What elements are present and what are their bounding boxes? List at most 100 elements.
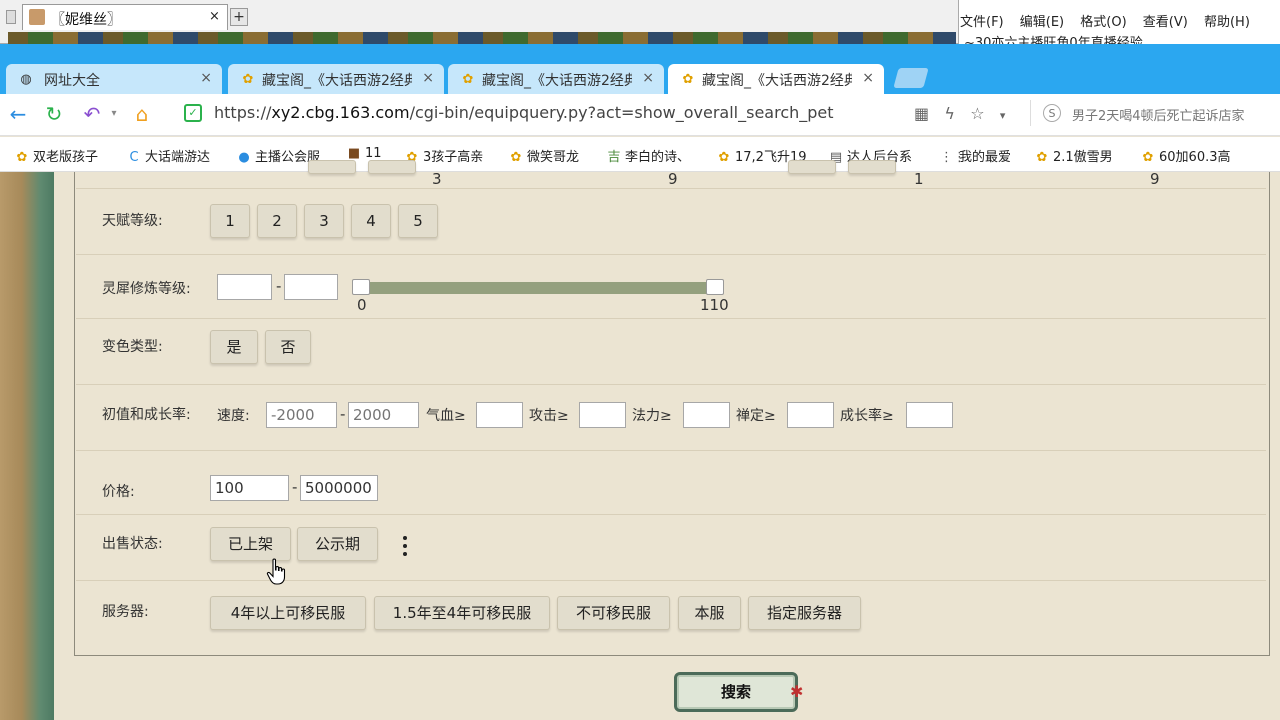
talent-level-2-button[interactable]: 2 (257, 204, 297, 238)
hp-input[interactable] (476, 402, 523, 428)
zen-input[interactable] (787, 402, 834, 428)
speed-min-input[interactable] (266, 402, 337, 428)
partial-button[interactable] (368, 160, 416, 174)
divider (76, 188, 1266, 189)
search-button[interactable]: 搜索 (674, 672, 798, 712)
lingxi-max-input[interactable] (284, 274, 338, 300)
chevron-down-icon[interactable]: ▾ (1000, 109, 1006, 122)
more-options-icon[interactable] (400, 536, 410, 562)
chick-icon: ✿ (462, 72, 474, 87)
close-icon[interactable]: × (862, 70, 874, 86)
attack-label: 攻击≥ (529, 408, 569, 424)
tab-cbg-active[interactable]: ✿ 藏宝阁_《大话西游2经典版》 × (668, 64, 884, 94)
talent-level-5-button[interactable]: 5 (398, 204, 438, 238)
chick-icon: ✿ (16, 150, 28, 165)
server-this-button[interactable]: 本服 (678, 596, 741, 630)
notepad-menu: 文件(F) 编辑(E) 格式(O) 查看(V) 帮助(H) (960, 11, 1280, 30)
divider (76, 254, 1266, 255)
tab-url-directory[interactable]: ◍ 网址大全 × (6, 64, 222, 94)
close-icon[interactable]: × (642, 70, 654, 86)
tab-cbg-2[interactable]: ✿ 藏宝阁_《大话西游2经典版》 × (448, 64, 664, 94)
lingxi-slider-track[interactable] (356, 282, 718, 294)
talent-level-3-button[interactable]: 3 (304, 204, 344, 238)
price-label: 价格: (102, 484, 135, 500)
bookmark-item[interactable]: ■ 11 (346, 146, 382, 161)
talent-level-4-button[interactable]: 4 (351, 204, 391, 238)
partial-button[interactable] (848, 160, 896, 174)
address-bar[interactable]: https://xy2.cbg.163.com/cgi-bin/equipque… (214, 103, 834, 122)
new-tab-button[interactable] (893, 68, 929, 88)
star-icon[interactable]: ☆ (970, 104, 984, 123)
bookmark-item[interactable]: C 大话端游达 (126, 146, 210, 165)
close-icon[interactable]: × (422, 70, 434, 86)
game-icon: ■ (347, 146, 361, 161)
slider-min-handle[interactable] (352, 279, 370, 295)
url-path: /cgi-bin/equipquery.py?act=show_overall_… (409, 103, 834, 122)
server-specify-button[interactable]: 指定服务器 (748, 596, 861, 630)
bookmark-item[interactable]: ✿ 双老版孩子 (14, 146, 98, 165)
chick-icon: ✿ (1036, 150, 1048, 165)
range-dash: - (292, 478, 298, 496)
search-engine-icon[interactable]: S (1043, 104, 1061, 122)
slider-tick-label: 9 (668, 170, 678, 188)
menu-format[interactable]: 格式(O) (1080, 15, 1126, 30)
security-shield-icon[interactable]: ✓ (184, 104, 202, 122)
chevron-down-icon[interactable]: ▾ (102, 102, 126, 126)
public-period-button[interactable]: 公示期 (297, 527, 378, 561)
growth-rate-input[interactable] (906, 402, 953, 428)
server-1-5yr-migrate-button[interactable]: 1.5年至4年可移民服 (374, 596, 550, 630)
back-arrow-icon[interactable]: ← (6, 102, 30, 126)
refresh-icon[interactable]: ↻ (42, 102, 66, 126)
undo-icon[interactable]: ↶ (80, 102, 104, 126)
divider (76, 450, 1266, 451)
bookmark-item[interactable]: ✿ 微笑哥龙 (508, 146, 579, 165)
price-max-input[interactable] (300, 475, 378, 501)
menu-edit[interactable]: 编辑(E) (1020, 15, 1064, 30)
server-label: 服务器: (102, 604, 149, 620)
bookmark-item[interactable]: 吉李白的诗、 (606, 146, 690, 165)
lightning-icon[interactable]: ϟ (944, 104, 955, 123)
menu-file[interactable]: 文件(F) (960, 15, 1004, 30)
window-menu-toggle[interactable] (6, 10, 16, 24)
bookmark-item[interactable]: ✿ 2.1傲雪男 (1034, 146, 1113, 165)
divider (76, 318, 1266, 319)
slider-max-handle[interactable] (706, 279, 724, 295)
talent-level-1-button[interactable]: 1 (210, 204, 250, 238)
server-4yr-migrate-button[interactable]: 4年以上可移民服 (210, 596, 366, 630)
partial-button[interactable] (788, 160, 836, 174)
background-tab[interactable]: 〖妮维丝〗 × (22, 4, 228, 30)
slider-tick-label: 3 (432, 170, 442, 188)
bookmark-item[interactable]: ⋮⋮我的最爱 (940, 146, 1011, 165)
new-tab-button[interactable]: + (230, 8, 248, 26)
slider-max-label: 110 (700, 296, 729, 314)
tab-cbg-1[interactable]: ✿ 藏宝阁_《大话西游2经典版》 × (228, 64, 444, 94)
partial-button[interactable] (308, 160, 356, 174)
slider-min-label: 0 (357, 296, 367, 314)
menu-view[interactable]: 查看(V) (1143, 15, 1188, 30)
color-yes-button[interactable]: 是 (210, 330, 258, 364)
lingxi-min-input[interactable] (217, 274, 272, 300)
magic-input[interactable] (683, 402, 730, 428)
sale-status-label: 出售状态: (102, 536, 163, 552)
range-dash: - (340, 405, 346, 423)
speed-max-input[interactable] (348, 402, 419, 428)
news-ticker[interactable]: 男子2天喝4顿后死亡起诉店家 (1072, 105, 1280, 124)
menu-help[interactable]: 帮助(H) (1204, 15, 1250, 30)
bookmark-item[interactable]: ✿ 60加60.3高 (1140, 146, 1231, 165)
decorative-knot-icon: ✱ (790, 682, 804, 701)
c-logo-icon: C (129, 150, 139, 165)
attack-input[interactable] (579, 402, 626, 428)
paw-icon: ● (238, 150, 250, 165)
globe-icon: ◍ (20, 72, 32, 87)
home-icon[interactable]: ⌂ (130, 102, 154, 126)
chick-icon: ✿ (510, 150, 522, 165)
price-min-input[interactable] (210, 475, 289, 501)
divider (1030, 100, 1031, 126)
color-no-button[interactable]: 否 (265, 330, 311, 364)
close-icon[interactable]: × (200, 70, 212, 86)
close-icon[interactable]: × (209, 9, 220, 24)
server-no-migrate-button[interactable]: 不可移民服 (557, 596, 670, 630)
color-type-label: 变色类型: (102, 339, 163, 355)
on-sale-button[interactable]: 已上架 (210, 527, 291, 561)
qr-code-icon[interactable]: ▦ (914, 104, 929, 123)
